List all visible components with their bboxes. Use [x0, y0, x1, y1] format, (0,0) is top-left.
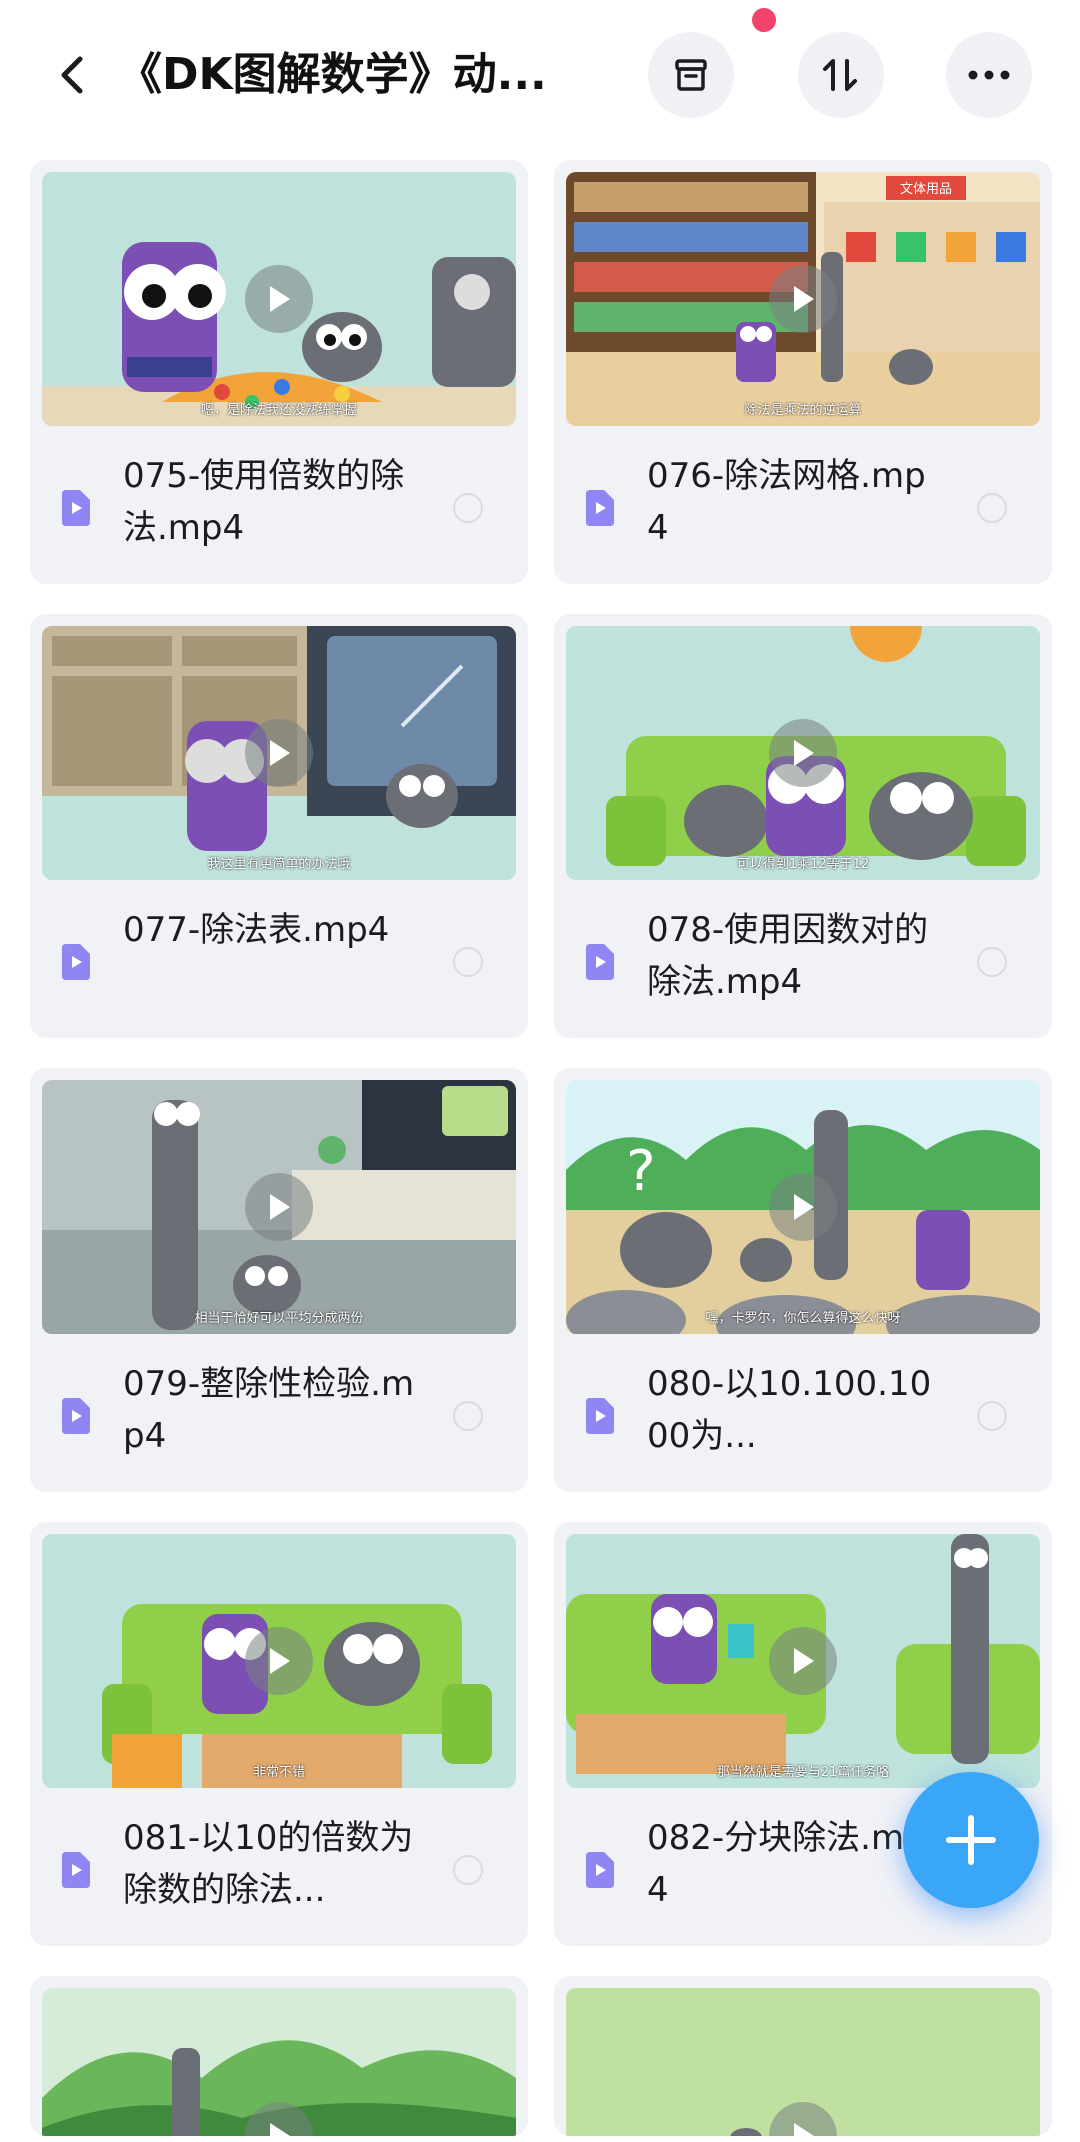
more-options-button[interactable]: [946, 32, 1032, 118]
file-card[interactable]: 文体用品 除法是乘法的逆运算 076-除法网格.mp4: [554, 160, 1052, 584]
play-button[interactable]: [769, 1173, 837, 1241]
file-name: 078-使用因数对的除法.mp4: [647, 910, 929, 1002]
select-checkbox[interactable]: [977, 1401, 1007, 1431]
play-icon: [270, 286, 290, 312]
play-button[interactable]: [245, 719, 313, 787]
play-icon: [794, 740, 814, 766]
play-button[interactable]: [245, 1627, 313, 1695]
video-subtitle: 非常不错: [252, 1765, 305, 1780]
file-card[interactable]: 可以得到1乘12等于12 078-使用因数对的除法.mp4: [554, 614, 1052, 1038]
video-file-icon: [586, 1852, 614, 1888]
video-subtitle: 除法是乘法的逆运算: [744, 403, 862, 418]
select-checkbox[interactable]: [453, 493, 483, 523]
video-subtitle: 相当于恰好可以平均分成两份: [194, 1311, 364, 1326]
video-file-icon: [62, 944, 90, 980]
notification-dot: [752, 8, 776, 32]
play-button[interactable]: [769, 265, 837, 333]
play-button[interactable]: [769, 719, 837, 787]
file-name: 077-除法表.mp4: [123, 910, 390, 950]
video-thumbnail[interactable]: [566, 1988, 1040, 2136]
play-icon: [794, 2123, 814, 2136]
play-button[interactable]: [245, 1173, 313, 1241]
video-subtitle: 我这里有更简单的办法哦: [207, 857, 351, 872]
archive-button[interactable]: [648, 32, 734, 118]
play-icon: [270, 1194, 290, 1220]
sort-button[interactable]: [798, 32, 884, 118]
play-icon: [794, 286, 814, 312]
top-bar: 《DK图解数学》动...: [0, 0, 1080, 150]
video-thumbnail[interactable]: 非常不错: [42, 1534, 516, 1788]
video-file-icon: [62, 1398, 90, 1434]
svg-text:?: ?: [626, 1139, 656, 1204]
file-name: 080-以10.100.1000为...: [647, 1364, 932, 1456]
select-checkbox[interactable]: [977, 947, 1007, 977]
play-icon: [794, 1194, 814, 1220]
file-name: 075-使用倍数的除法.mp4: [123, 456, 405, 548]
video-thumbnail[interactable]: 可以得到1乘12等于12: [566, 626, 1040, 880]
video-file-icon: [586, 944, 614, 980]
video-file-icon: [586, 1398, 614, 1434]
select-checkbox[interactable]: [453, 1855, 483, 1885]
file-name: 076-除法网格.mp4: [647, 456, 926, 548]
select-checkbox[interactable]: [453, 947, 483, 977]
file-name: 079-整除性检验.mp4: [123, 1364, 415, 1456]
video-subtitle: 可以得到1乘12等于12: [736, 857, 870, 872]
video-file-icon: [62, 1852, 90, 1888]
play-icon: [270, 1648, 290, 1674]
video-thumbnail[interactable]: 那当然就是需要与21篇任务咯: [566, 1534, 1040, 1788]
video-subtitle: 嘿，卡罗尔，你怎么算得这么快呀: [705, 1311, 901, 1326]
play-icon: [270, 740, 290, 766]
video-thumbnail[interactable]: 相当于恰好可以平均分成两份: [42, 1080, 516, 1334]
video-thumbnail[interactable]: [42, 1988, 516, 2136]
archive-box-icon: [675, 59, 707, 91]
page-title: 《DK图解数学》动...: [118, 49, 547, 100]
back-button[interactable]: [48, 50, 98, 100]
file-card[interactable]: [30, 1976, 528, 2136]
video-file-icon: [62, 490, 90, 526]
select-checkbox[interactable]: [453, 1401, 483, 1431]
file-card[interactable]: 非常不错 081-以10的倍数为除数的除法...: [30, 1522, 528, 1946]
sort-arrows-icon: [823, 59, 857, 91]
video-thumbnail[interactable]: 我这里有更简单的办法哦: [42, 626, 516, 880]
file-card[interactable]: ? 嘿，卡罗尔，你怎么算得这么快呀 080-以10.100.1000为...: [554, 1068, 1052, 1492]
file-name: 081-以10的倍数为除数的除法...: [123, 1818, 414, 1910]
select-checkbox[interactable]: [977, 493, 1007, 523]
video-file-icon: [586, 490, 614, 526]
file-grid: 嗯，是除法我还没熟练掌握 075-使用倍数的除法.mp4 文体用品 除法是乘法的…: [30, 160, 1052, 2136]
shop-sign: 文体用品: [900, 182, 952, 197]
play-icon: [794, 1648, 814, 1674]
video-thumbnail[interactable]: ? 嘿，卡罗尔，你怎么算得这么快呀: [566, 1080, 1040, 1334]
video-thumbnail[interactable]: 文体用品 除法是乘法的逆运算: [566, 172, 1040, 426]
file-name: 082-分块除法.mp4: [647, 1818, 926, 1910]
play-button[interactable]: [769, 1627, 837, 1695]
file-card[interactable]: [554, 1976, 1052, 2136]
file-card[interactable]: 相当于恰好可以平均分成两份 079-整除性检验.mp4: [30, 1068, 528, 1492]
plus-icon: [946, 1815, 996, 1865]
chevron-left-icon: [61, 56, 83, 94]
file-card[interactable]: 我这里有更简单的办法哦 077-除法表.mp4: [30, 614, 528, 1038]
video-thumbnail[interactable]: 嗯，是除法我还没熟练掌握: [42, 172, 516, 426]
add-button[interactable]: [903, 1772, 1039, 1908]
file-card[interactable]: 嗯，是除法我还没熟练掌握 075-使用倍数的除法.mp4: [30, 160, 528, 584]
play-button[interactable]: [245, 265, 313, 333]
more-dots-icon: [968, 70, 1010, 80]
video-subtitle: 嗯，是除法我还没熟练掌握: [200, 403, 357, 418]
play-icon: [270, 2123, 290, 2136]
